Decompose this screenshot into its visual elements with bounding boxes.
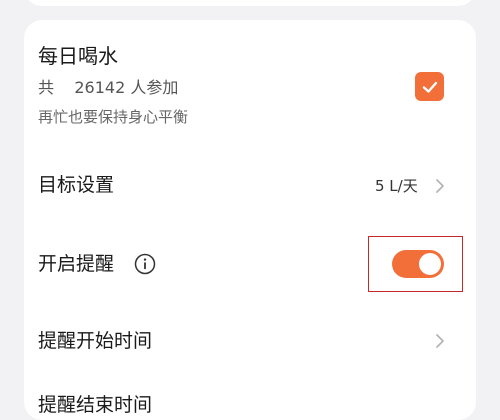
goal-value: 5 L/天 [375, 177, 418, 195]
highlight-box [368, 236, 463, 292]
chevron-right-icon [436, 179, 444, 193]
habit-checkbox[interactable] [415, 72, 444, 101]
checkmark-icon [422, 81, 437, 93]
goal-setting-label: 目标设置 [38, 174, 115, 196]
previous-card-edge [24, 0, 476, 6]
chevron-right-icon [436, 334, 444, 348]
start-time-label: 提醒开始时间 [38, 330, 153, 352]
participant-count: 共 26142 人参加 [38, 78, 179, 97]
habit-title: 每日喝水 [38, 44, 118, 68]
reminder-label: 开启提醒 [38, 253, 115, 275]
info-icon[interactable] [134, 253, 156, 275]
end-time-label[interactable]: 提醒结束时间 [38, 392, 152, 418]
habit-description: 再忙也要保持身心平衡 [38, 108, 189, 126]
